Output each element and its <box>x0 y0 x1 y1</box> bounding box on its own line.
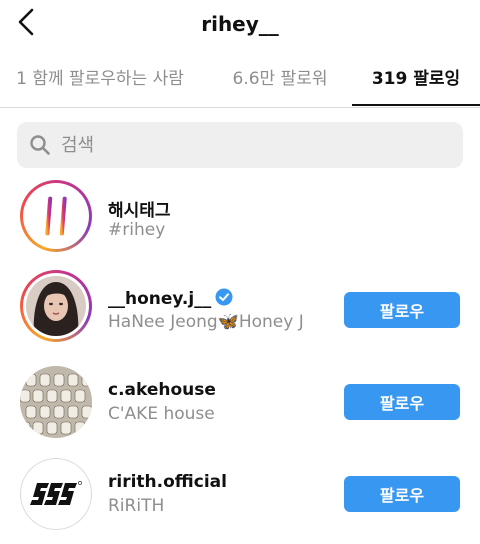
list-item-subtitle: RiRiTH <box>108 496 165 516</box>
list-item-subtitle: HaNee Jeong🦋Honey J <box>108 312 304 332</box>
list-item[interactable]: ririth.official RiRiTH 팔로우 <box>0 448 480 540</box>
profile-photo <box>26 276 86 336</box>
brand-logo <box>30 481 82 505</box>
list-item[interactable]: 해시태그 #rihey <box>0 170 480 262</box>
active-tab-indicator <box>352 104 480 106</box>
hashtag-icon <box>36 196 76 236</box>
page-title: rihey__ <box>201 12 279 36</box>
avatar[interactable] <box>20 180 92 252</box>
list-item[interactable]: c.akehouse C'AKE house 팔로우 <box>0 356 480 448</box>
list-item-subtitle: #rihey <box>108 220 166 240</box>
follow-button[interactable]: 팔로우 <box>344 384 460 420</box>
follow-button[interactable]: 팔로우 <box>344 476 460 512</box>
follow-button[interactable]: 팔로우 <box>344 292 460 328</box>
avatar[interactable] <box>20 458 92 530</box>
avatar[interactable] <box>20 270 92 342</box>
verified-badge-icon <box>215 288 233 306</box>
list-item-name: __honey.j__ <box>108 289 212 309</box>
tab-mutual-followers[interactable]: 1 함께 팔로우하는 사람 <box>0 52 200 108</box>
tab-bar: 1 함께 팔로우하는 사람 6.6만 팔로워 319 팔로잉 <box>0 52 480 108</box>
tab-following[interactable]: 319 팔로잉 <box>352 52 480 108</box>
tab-followers[interactable]: 6.6만 팔로워 <box>210 52 350 108</box>
header: rihey__ <box>0 0 480 52</box>
list-item-name: c.akehouse <box>108 380 216 400</box>
search-input[interactable] <box>61 122 451 168</box>
profile-photo <box>20 366 92 438</box>
search-icon <box>30 135 50 155</box>
search-bar[interactable] <box>17 122 463 168</box>
list-item[interactable]: __honey.j__ HaNee Jeong🦋Honey J 팔로우 <box>0 264 480 356</box>
avatar[interactable] <box>20 366 92 438</box>
list-item-name: ririth.official <box>108 472 227 492</box>
list-item-name-row: __honey.j__ <box>108 288 233 309</box>
list-item-subtitle: C'AKE house <box>108 404 215 424</box>
list-item-name: 해시태그 <box>108 201 171 221</box>
